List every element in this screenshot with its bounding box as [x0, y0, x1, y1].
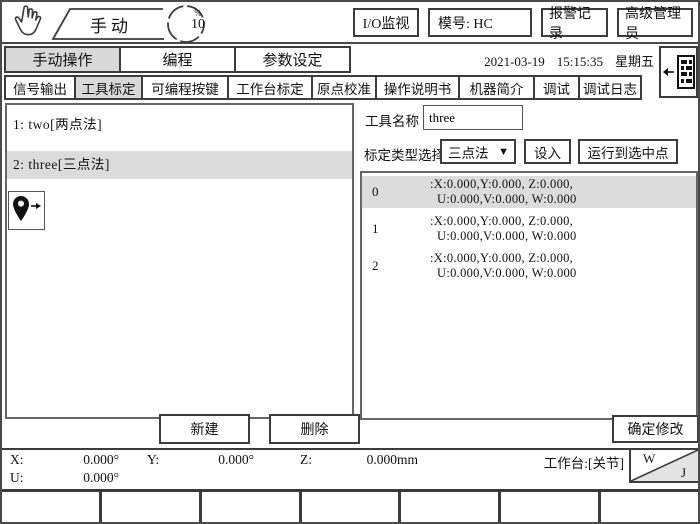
- hand-cursor-icon: [10, 4, 48, 42]
- tool-list-panel: 1: two[两点法] 2: three[三点法]: [5, 103, 354, 419]
- x-axis-label: X:: [10, 452, 24, 468]
- point-row[interactable]: 2 :X:0.000,Y:0.000, Z:0.000, U:0.000,V:0…: [362, 250, 696, 282]
- model-number-button[interactable]: 模号: HC: [428, 8, 532, 37]
- point-coords-line1: :X:0.000,Y:0.000, Z:0.000,: [430, 214, 577, 229]
- point-coords-line1: :X:0.000,Y:0.000, Z:0.000,: [430, 251, 577, 266]
- y-axis-value: 0.000°: [182, 452, 254, 468]
- tool-name-label: 工具名称: [365, 110, 419, 130]
- point-index: 1: [362, 221, 430, 237]
- keypad-icon: [677, 55, 695, 89]
- point-row-selected[interactable]: 0 :X:0.000,Y:0.000, Z:0.000, U:0.000,V:0…: [362, 176, 696, 208]
- weekday-text: 星期五: [615, 54, 654, 69]
- app-window: 手动 % 10 I/O监视 模号: HC 报警记录 高级管理员 手动操作 编程 …: [0, 0, 700, 524]
- tab-origin-calibration[interactable]: 原点校准: [311, 75, 377, 100]
- confirm-modify-button[interactable]: 确定修改: [612, 415, 699, 443]
- softkey-cell[interactable]: [401, 492, 501, 522]
- z-axis-value: 0.000mm: [332, 452, 418, 468]
- location-pin-icon: [13, 196, 29, 221]
- speed-value: 10: [186, 17, 210, 33]
- left-arrow-icon: [662, 67, 675, 77]
- new-button[interactable]: 新建: [159, 414, 250, 444]
- mode-label: 手动: [90, 12, 132, 37]
- io-monitor-button[interactable]: I/O监视: [353, 8, 419, 37]
- calibration-type-select[interactable]: 三点法 ▼: [440, 139, 516, 164]
- point-coords-line1: :X:0.000,Y:0.000, Z:0.000,: [430, 177, 577, 192]
- datetime-display: 2021-03-19 15:15:35 星期五: [402, 51, 654, 70]
- keyboard-toggle-button[interactable]: [659, 46, 698, 98]
- u-axis-value: 0.000°: [47, 470, 119, 486]
- run-to-selected-point-button[interactable]: 运行到选中点: [578, 139, 678, 164]
- tab-parameter-setting[interactable]: 参数设定: [234, 46, 351, 73]
- tab-debug-log[interactable]: 调试日志: [578, 75, 642, 100]
- date-text: 2021-03-19: [484, 54, 545, 69]
- tab-manual-operation[interactable]: 手动操作: [4, 46, 121, 73]
- tab-debug[interactable]: 调试: [533, 75, 580, 100]
- softkey-row: [2, 489, 698, 522]
- calibration-points-list: 0 :X:0.000,Y:0.000, Z:0.000, U:0.000,V:0…: [360, 171, 698, 420]
- sub-tab-bar: 信号输出 工具标定 可编程按键 工作台标定 原点校准 操作说明书 机器简介 调试…: [4, 75, 642, 100]
- softkey-cell[interactable]: [202, 492, 302, 522]
- joint-mode-label: J: [681, 465, 686, 481]
- admin-level-button[interactable]: 高级管理员: [617, 8, 693, 37]
- point-index: 0: [362, 184, 430, 200]
- tab-operation-manual[interactable]: 操作说明书: [375, 75, 460, 100]
- calibration-type-label: 标定类型选择: [364, 144, 445, 164]
- coordinate-mode-indicator[interactable]: W J: [629, 450, 698, 483]
- point-coords-line2: U:0.000,V:0.000, W:0.000: [430, 192, 577, 207]
- tab-programming[interactable]: 编程: [119, 46, 236, 73]
- top-bar: 手动 % 10 I/O监视 模号: HC 报警记录 高级管理员: [2, 2, 698, 44]
- alarm-record-button[interactable]: 报警记录: [541, 8, 608, 37]
- y-axis-label: Y:: [147, 452, 159, 468]
- world-mode-label: W: [643, 451, 655, 467]
- tab-workbench-calibration[interactable]: 工作台标定: [227, 75, 313, 100]
- softkey-cell[interactable]: [102, 492, 202, 522]
- x-axis-value: 0.000°: [47, 452, 119, 468]
- pin-arrow-icon: [31, 203, 41, 209]
- tab-signal-output[interactable]: 信号输出: [4, 75, 76, 100]
- status-bar: X: 0.000° Y: 0.000° Z: 0.000mm 工作台:[关节] …: [2, 448, 698, 489]
- point-coords-line2: U:0.000,V:0.000, W:0.000: [430, 229, 577, 244]
- tool-list-item[interactable]: 1: two[两点法]: [7, 111, 352, 139]
- tool-list-item-selected[interactable]: 2: three[三点法]: [7, 151, 352, 179]
- time-text: 15:15:35: [557, 54, 603, 69]
- point-row[interactable]: 1 :X:0.000,Y:0.000, Z:0.000, U:0.000,V:0…: [362, 213, 696, 245]
- calibration-type-value: 三点法: [448, 142, 489, 162]
- softkey-cell[interactable]: [601, 492, 698, 522]
- softkey-cell[interactable]: [302, 492, 402, 522]
- main-tab-bar: 手动操作 编程 参数设定: [4, 46, 351, 73]
- u-axis-label: U:: [10, 470, 24, 486]
- softkey-cell[interactable]: [501, 492, 601, 522]
- dropdown-arrow-icon: ▼: [498, 146, 509, 158]
- set-in-button[interactable]: 设入: [524, 139, 571, 164]
- point-coords-line2: U:0.000,V:0.000, W:0.000: [430, 266, 577, 281]
- softkey-cell[interactable]: [2, 492, 102, 522]
- z-axis-label: Z:: [300, 452, 312, 468]
- tab-machine-intro[interactable]: 机器简介: [458, 75, 535, 100]
- workbench-mode-text: 工作台:[关节]: [502, 452, 624, 472]
- top-button-group: I/O监视 模号: HC 报警记录 高级管理员: [353, 8, 693, 37]
- point-index: 2: [362, 258, 430, 274]
- delete-button[interactable]: 删除: [269, 414, 360, 444]
- tab-programmable-keys[interactable]: 可编程按键: [141, 75, 229, 100]
- move-to-point-button[interactable]: [8, 191, 45, 230]
- tool-name-input[interactable]: [423, 105, 523, 130]
- tab-tool-calibration[interactable]: 工具标定: [74, 75, 143, 100]
